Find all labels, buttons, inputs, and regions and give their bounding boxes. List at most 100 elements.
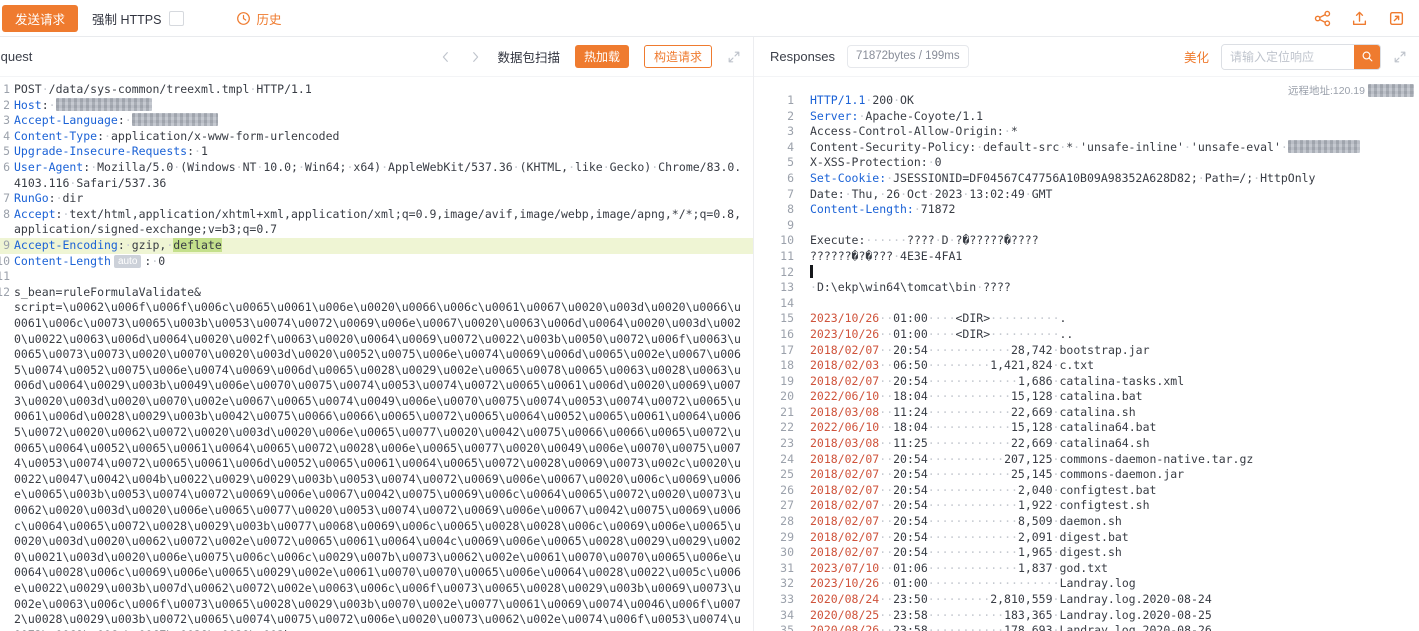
code-line[interactable]: 322023/10/26··01:00···················La… bbox=[754, 576, 1419, 592]
response-panel-title: Responses bbox=[770, 49, 835, 64]
line-number: 4 bbox=[0, 129, 10, 145]
expand-icon[interactable] bbox=[727, 50, 741, 64]
code-line[interactable]: 222022/06/10··18:04············15,128·ca… bbox=[754, 420, 1419, 436]
code-line[interactable]: 14 bbox=[754, 296, 1419, 312]
line-number: 12 bbox=[0, 285, 10, 631]
code-line[interactable]: 3Accept-Language:· bbox=[0, 113, 753, 129]
mosaic-redaction bbox=[56, 98, 152, 111]
response-search-input[interactable] bbox=[1222, 45, 1354, 69]
line-number: 10 bbox=[754, 233, 794, 249]
code-line[interactable]: 182018/02/03··06:50·········1,421,824·c.… bbox=[754, 358, 1419, 374]
code-line[interactable]: 1POST·/data/sys-common/treexml.tmpl·HTTP… bbox=[0, 82, 753, 98]
code-line[interactable]: 11??????�?�???·4E3E-4FA1 bbox=[754, 249, 1419, 265]
code-line[interactable]: 302018/02/07··20:54·············1,965·di… bbox=[754, 545, 1419, 561]
line-number: 10 bbox=[0, 254, 10, 270]
request-panel: Request 数据包扫描 热加载 构造请求 1POST·/data bbox=[0, 37, 753, 631]
response-search bbox=[1221, 44, 1381, 70]
line-number: 16 bbox=[754, 327, 794, 343]
line-number: 34 bbox=[754, 608, 794, 624]
line-number: 8 bbox=[0, 207, 10, 238]
mosaic-redaction bbox=[132, 113, 218, 126]
remote-address-text: 远程地址:120.19 bbox=[1288, 83, 1365, 98]
line-number: 18 bbox=[754, 358, 794, 374]
code-line[interactable]: 2Server:·Apache-Coyote/1.1 bbox=[754, 109, 1419, 125]
code-line[interactable]: 312023/07/10··01:06·············1,837·go… bbox=[754, 561, 1419, 577]
code-line[interactable]: 152023/10/26··01:00····<DIR>··········. bbox=[754, 311, 1419, 327]
build-request-button[interactable]: 构造请求 bbox=[644, 45, 712, 68]
code-line[interactable]: 332020/08/24··23:50·········2,810,559·La… bbox=[754, 592, 1419, 608]
code-line[interactable]: 4Content-Security-Policy:·default-src·*·… bbox=[754, 140, 1419, 156]
response-panel: Responses 71872bytes / 199ms 美化 bbox=[753, 37, 1419, 631]
expand-icon[interactable] bbox=[1393, 50, 1407, 64]
line-number: 33 bbox=[754, 592, 794, 608]
line-number: 11 bbox=[0, 269, 10, 285]
share-icon[interactable] bbox=[1314, 10, 1331, 27]
force-https-label: 强制 HTTPS bbox=[92, 9, 161, 28]
line-number: 12 bbox=[754, 265, 794, 281]
code-line[interactable]: 4Content-Type:·application/x-www-form-ur… bbox=[0, 129, 753, 145]
line-number: 17 bbox=[754, 343, 794, 359]
line-number: 15 bbox=[754, 311, 794, 327]
code-line[interactable]: 282018/02/07··20:54·············8,509·da… bbox=[754, 514, 1419, 530]
code-line[interactable]: 212018/03/08··11:24············22,669·ca… bbox=[754, 405, 1419, 421]
line-number: 23 bbox=[754, 436, 794, 452]
export-icon[interactable] bbox=[1388, 10, 1405, 27]
mosaic-redaction bbox=[1288, 140, 1360, 153]
code-line[interactable]: 6User-Agent:·Mozilla/5.0·(Windows·NT·10.… bbox=[0, 160, 753, 191]
code-line[interactable]: 292018/02/07··20:54·············2,091·di… bbox=[754, 530, 1419, 546]
chevron-left-icon[interactable] bbox=[439, 50, 453, 64]
code-line[interactable]: 3Access-Control-Allow-Origin:·* bbox=[754, 124, 1419, 140]
code-line[interactable]: 2Host:· bbox=[0, 98, 753, 114]
beautify-button[interactable]: 美化 bbox=[1184, 47, 1209, 66]
code-line[interactable]: 172018/02/07··20:54············28,742·bo… bbox=[754, 343, 1419, 359]
line-number: 6 bbox=[754, 171, 794, 187]
code-line[interactable]: 252018/02/07··20:54············25,145·co… bbox=[754, 467, 1419, 483]
code-line[interactable]: 10Content-Lengthauto:·0 bbox=[0, 254, 753, 270]
code-line[interactable]: 12 bbox=[754, 265, 1419, 281]
code-line[interactable]: 10Execute:······????·D·?�?????�???? bbox=[754, 233, 1419, 249]
code-line[interactable]: 11 bbox=[0, 269, 753, 285]
code-line[interactable]: 8Content-Length:·71872 bbox=[754, 202, 1419, 218]
request-panel-actions: 数据包扫描 热加载 构造请求 bbox=[439, 45, 741, 68]
mosaic-redaction bbox=[1368, 84, 1414, 97]
line-number: 24 bbox=[754, 452, 794, 468]
code-line[interactable]: 9 bbox=[754, 218, 1419, 234]
code-line[interactable]: 6Set-Cookie:·JSESSIONID=DF04567C47756A10… bbox=[754, 171, 1419, 187]
code-line[interactable]: 202022/06/10··18:04············15,128·ca… bbox=[754, 389, 1419, 405]
code-line[interactable]: 7RunGo:·dir bbox=[0, 191, 753, 207]
force-https-checkbox[interactable] bbox=[169, 11, 184, 26]
code-line[interactable]: 13·D:\ekp\win64\tomcat\bin·???? bbox=[754, 280, 1419, 296]
response-stats-badge: 71872bytes / 199ms bbox=[847, 45, 969, 68]
code-line[interactable]: 342020/08/25··23:58···········183,365·La… bbox=[754, 608, 1419, 624]
response-viewer[interactable]: 1HTTP/1.1·200·OK2Server:·Apache-Coyote/1… bbox=[754, 77, 1419, 631]
response-search-button[interactable] bbox=[1354, 45, 1380, 69]
code-line[interactable]: 232018/03/08··11:25············22,669·ca… bbox=[754, 436, 1419, 452]
code-line[interactable]: 7Date:·Thu,·26·Oct·2023·13:02:49·GMT bbox=[754, 187, 1419, 203]
line-number: 26 bbox=[754, 483, 794, 499]
history-button[interactable]: 历史 bbox=[236, 9, 281, 28]
request-panel-header: Request 数据包扫描 热加载 构造请求 bbox=[0, 37, 753, 77]
code-line[interactable]: 162023/10/26··01:00····<DIR>··········.. bbox=[754, 327, 1419, 343]
line-number: 35 bbox=[754, 623, 794, 631]
code-line[interactable]: 8Accept:·text/html,application/xhtml+xml… bbox=[0, 207, 753, 238]
code-line[interactable]: 192018/02/07··20:54·············1,686·ca… bbox=[754, 374, 1419, 390]
request-editor[interactable]: 1POST·/data/sys-common/treexml.tmpl·HTTP… bbox=[0, 77, 753, 631]
code-line[interactable]: 272018/02/07··20:54·············1,922·co… bbox=[754, 498, 1419, 514]
split-view: Request 数据包扫描 热加载 构造请求 1POST·/data bbox=[0, 37, 1419, 631]
chevron-right-icon[interactable] bbox=[468, 50, 482, 64]
send-request-button[interactable]: 发送请求 bbox=[2, 5, 78, 32]
hot-reload-button[interactable]: 热加载 bbox=[575, 45, 629, 68]
line-number: 5 bbox=[754, 155, 794, 171]
code-line[interactable]: 352020/08/26··23:58···········178,693·La… bbox=[754, 623, 1419, 631]
code-line[interactable]: 9Accept-Encoding:·gzip,·deflate bbox=[0, 238, 753, 254]
code-line[interactable]: 262018/02/07··20:54·············2,040·co… bbox=[754, 483, 1419, 499]
line-number: 2 bbox=[0, 98, 10, 114]
line-number: 2 bbox=[754, 109, 794, 125]
remote-address: 远程地址:120.19 bbox=[1288, 83, 1414, 98]
code-line[interactable]: 5X-XSS-Protection:·0 bbox=[754, 155, 1419, 171]
upload-icon[interactable] bbox=[1351, 10, 1368, 27]
code-line[interactable]: 242018/02/07··20:54···········207,125·co… bbox=[754, 452, 1419, 468]
packet-scan-button[interactable]: 数据包扫描 bbox=[497, 47, 560, 66]
code-line[interactable]: 12s_bean=ruleFormulaValidate&script=\u00… bbox=[0, 285, 753, 631]
code-line[interactable]: 5Upgrade-Insecure-Requests:·1 bbox=[0, 144, 753, 160]
